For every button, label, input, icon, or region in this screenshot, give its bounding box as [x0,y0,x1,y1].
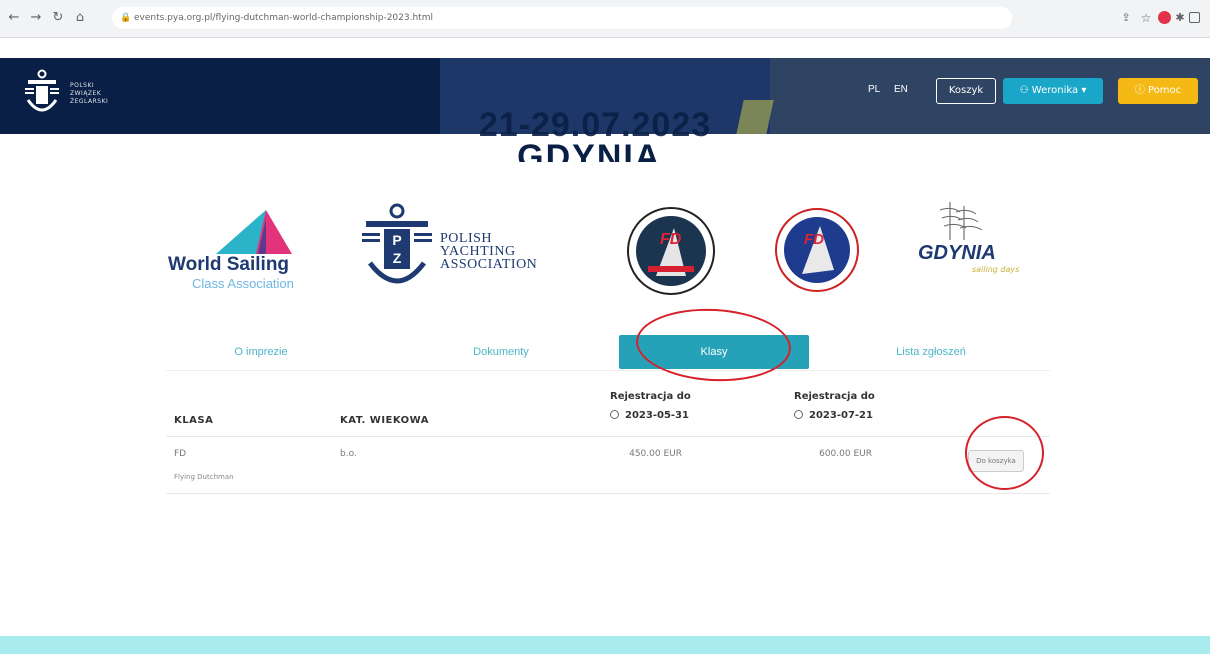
org-name-line: ŻEGLARSKI [70,98,109,105]
extension-icon[interactable] [1158,11,1171,24]
browser-toolbar: ← → ↻ ⌂ 🔒 events.pya.org.pl/flying-dutch… [0,0,1210,38]
gdynia-subtitle: sailing days [972,265,1020,274]
help-label: Pomoc [1148,85,1182,96]
user-name: Weronika [1031,85,1079,96]
gdynia-ship-icon [939,202,983,240]
header-background [0,58,440,134]
fd-association-badge-icon: FD [775,208,859,292]
col-header-age: KAT. WIEKOWA [340,415,429,426]
col-header-reg2-date: 2023-07-21 [794,409,873,421]
svg-text:Z: Z [393,250,402,266]
user-icon: ⚇ [1019,85,1029,96]
bookmark-star-icon[interactable]: ☆ [1138,10,1154,26]
lang-pl-link[interactable]: PL [868,84,880,95]
pya-anchor-logo-icon: P Z [362,203,432,284]
row-divider [166,493,1050,494]
user-menu-button[interactable]: ⚇ Weronika ▾ [1003,78,1103,104]
cell-price1: 450.00 EUR [629,449,682,459]
tab-about[interactable]: O imprezie [166,335,356,369]
svg-text:FD: FD [660,231,682,248]
clock-icon [610,410,619,419]
cell-age: b.o. [340,449,357,459]
help-circle-icon: ⓘ [1134,85,1145,96]
svg-text:FD: FD [804,231,824,248]
col-header-reg1-date: 2023-05-31 [610,409,689,421]
org-name-line: ZWIĄZEK [70,90,102,97]
caret-down-icon: ▾ [1081,85,1087,96]
org-name-line: POLSKI [70,82,95,89]
tab-entries-list[interactable]: Lista zgłoszeń [836,335,1026,369]
clock-icon [794,410,803,419]
address-bar[interactable]: 🔒 events.pya.org.pl/flying-dutchman-worl… [112,7,1012,29]
world-sailing-sail-icon [216,210,292,254]
pzz-anchor-icon[interactable] [24,68,60,120]
classes-table: KLASA KAT. WIEKOWA Rejestracja do 2023-0… [166,372,1050,494]
reg1-date: 2023-05-31 [625,410,689,421]
sidepanel-icon[interactable] [1189,12,1200,23]
lang-en-link[interactable]: EN [894,84,908,95]
lock-icon: 🔒 [120,13,132,23]
col-header-reg2-label: Rejestracja do [794,391,875,402]
url-text: events.pya.org.pl/flying-dutchman-world-… [134,13,433,23]
pya-name: POLISH YACHTING ASSOCIATION [440,232,538,272]
gdynia-title: GDYNIA [918,242,996,264]
world-sailing-title: World Sailing [168,254,290,275]
back-arrow-icon[interactable]: ← [6,10,22,26]
event-dates: 21-29.07.2023 [478,106,712,144]
reload-icon[interactable]: ↻ [50,10,66,26]
puzzle-icon[interactable]: ✱ [1172,10,1188,26]
help-button[interactable]: ⓘ Pomoc [1118,78,1198,104]
home-icon[interactable]: ⌂ [72,10,88,26]
cell-class-full: Flying Dutchman [174,473,234,481]
page-footer [0,636,1210,654]
event-city: GDYNIA, POLAND [517,138,673,162]
cart-button[interactable]: Koszyk [936,78,996,104]
pya-name-line: ASSOCIATION [440,257,538,272]
col-header-reg1-label: Rejestracja do [610,391,691,402]
share-icon[interactable]: ⇪ [1118,10,1134,26]
screen: ← → ↻ ⌂ 🔒 events.pya.org.pl/flying-dutch… [0,0,1210,654]
reg2-date: 2023-07-21 [809,410,873,421]
bookmarks-bar [0,38,900,58]
event-tabs: O imprezie Dokumenty Klasy Lista zgłosze… [166,335,1050,371]
svg-text:P: P [392,232,401,248]
cell-class: FD [174,449,187,459]
col-header-class: KLASA [174,415,214,426]
cell-price2: 600.00 EUR [819,449,872,459]
forward-arrow-icon[interactable]: → [28,10,44,26]
world-sailing-subtitle: Class Association [192,276,294,291]
fd-class-badge-icon: FD [627,207,715,295]
annotation-circle-add-to-cart [965,416,1044,490]
header-divider [166,436,1050,437]
tab-documents[interactable]: Dokumenty [406,335,596,369]
org-name: POLSKI ZWIĄZEK ŻEGLARSKI [70,82,108,106]
